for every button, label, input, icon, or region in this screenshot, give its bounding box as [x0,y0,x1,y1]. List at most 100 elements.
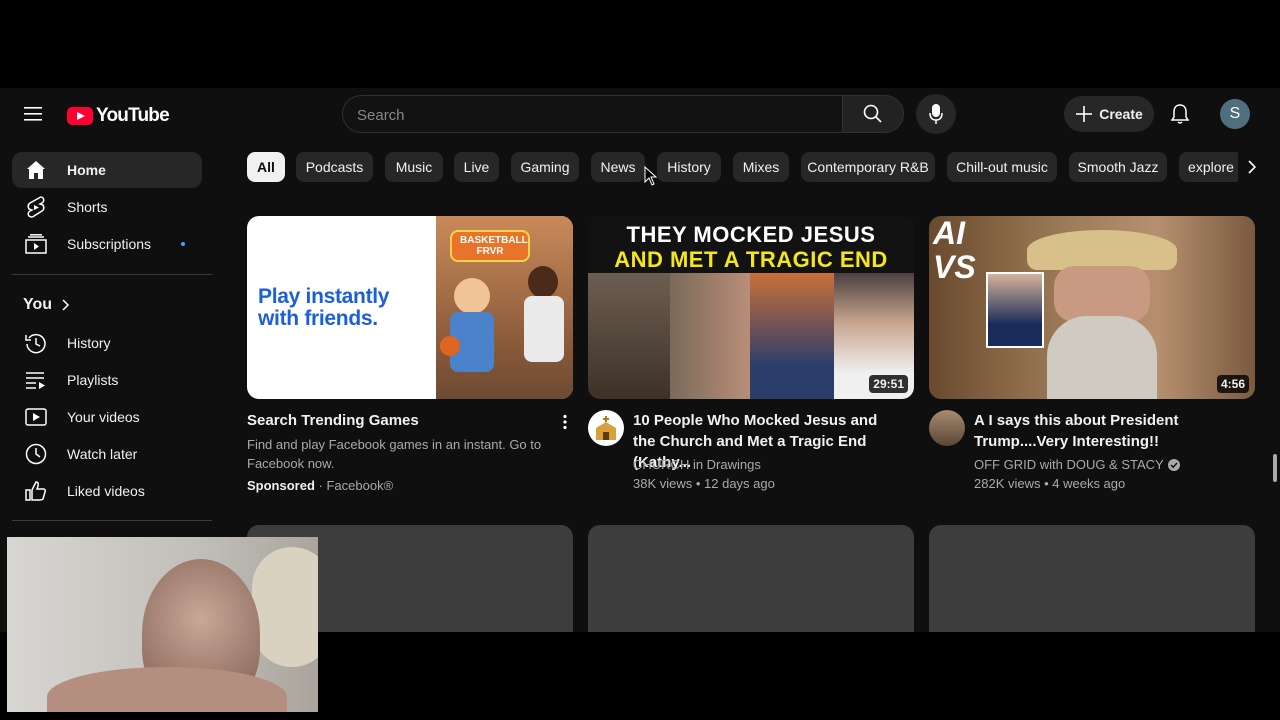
home-icon [24,158,48,182]
thumbnail-portrait [986,272,1044,348]
plus-icon [1076,106,1093,122]
sidebar-item-home[interactable]: Home [12,152,202,188]
sidebar-item-label: Watch later [67,446,138,462]
sidebar-item-watch-later[interactable]: Watch later [12,436,202,472]
sidebar-you-heading[interactable]: You [23,296,70,314]
chip-history[interactable]: History [657,152,721,182]
video-stats: 282K views • 4 weeks ago [974,476,1126,491]
player-figure [528,266,558,298]
church-icon [596,416,616,440]
sidebar-item-label: Shorts [67,199,108,215]
your-videos-icon [24,405,48,429]
search-icon [863,104,882,123]
sidebar-item-label: History [67,335,111,351]
game-logo-badge: BASKETBALL FRVR [450,230,530,262]
video-thumbnail[interactable]: Play instantly with friends. BASKETBALL … [247,216,573,399]
ad-attribution: Sponsored · Facebook® [247,476,557,495]
video-duration: 29:51 [869,375,908,393]
thumbnail-headline: AND MET A TRAGIC END [614,247,888,272]
sidebar-item-label: Playlists [67,372,119,388]
webcam-overlay [7,537,318,712]
chip-gaming[interactable]: Gaming [511,152,579,182]
search-box[interactable] [342,95,842,134]
sidebar-divider [12,520,212,521]
ad-thumbnail-text: Play instantly with friends. [258,285,390,330]
player-figure [524,296,564,362]
sidebar-item-shorts[interactable]: Shorts [12,189,202,225]
basketball-game-art: BASKETBALL FRVR [436,216,573,399]
voice-search-button[interactable] [916,94,956,134]
chip-live[interactable]: Live [454,152,499,182]
notifications-button[interactable] [1162,96,1198,132]
basketball [440,336,460,356]
sidebar-item-subscriptions[interactable]: Subscriptions [12,226,202,262]
sidebar-item-label: Your videos [67,409,140,425]
you-label: You [23,296,53,313]
thumbnail-beard [1047,316,1157,399]
thumbnail-headline: THEY MOCKED JESUS [626,222,876,247]
sidebar-item-label: Liked videos [67,483,145,499]
webcam-pillow [252,547,318,667]
mouse-cursor-icon [644,166,658,186]
chevron-right-icon [62,299,70,311]
chip-music[interactable]: Music [385,152,443,182]
chip-podcasts[interactable]: Podcasts [296,152,373,182]
channel-name[interactable]: CHURCH in Drawings [633,455,761,474]
ad-description: Find and play Facebook games in an insta… [247,437,542,471]
verified-icon [1167,458,1180,471]
chip-news[interactable]: News [591,152,645,182]
video-title[interactable]: Search Trending Games [247,410,547,431]
menu-icon[interactable] [20,102,48,126]
video-title[interactable]: A I says this about President Trump....V… [974,410,1244,452]
account-avatar[interactable]: S [1220,99,1250,129]
video-thumbnail[interactable]: THEY MOCKED JESUS AND MET A TRAGIC END 2… [588,216,914,399]
channel-avatar[interactable] [929,410,965,446]
chip-contemporary-rnb[interactable]: Contemporary R&B [801,152,935,182]
bell-icon [1171,104,1189,124]
sidebar-divider [12,274,212,275]
playlists-icon [24,368,48,392]
page-scrollbar[interactable] [1273,454,1277,482]
sidebar-item-liked-videos[interactable]: Liked videos [12,473,202,509]
new-content-dot [181,242,185,246]
video-stats: 38K views • 12 days ago [633,476,775,491]
advertiser-name: · Facebook® [318,478,394,493]
chip-explore[interactable]: explore [1179,152,1243,182]
sidebar-item-label: Subscriptions [67,236,152,252]
sidebar-item-playlists[interactable]: Playlists [12,362,202,398]
chip-chill-out-music[interactable]: Chill-out music [947,152,1057,182]
watch-later-icon [24,442,48,466]
sidebar-item-your-videos[interactable]: Your videos [12,399,202,435]
channel-name[interactable]: OFF GRID with DOUG & STACY [974,455,1164,474]
thumbs-up-icon [24,479,48,503]
sidebar-item-label: Home [67,162,106,178]
chip-all[interactable]: All [247,152,285,182]
thumbnail-face [1054,266,1150,322]
search-button[interactable] [842,95,904,133]
sidebar-item-history[interactable]: History [12,325,202,361]
create-label: Create [1099,106,1143,122]
chip-smooth-jazz[interactable]: Smooth Jazz [1069,152,1167,182]
thumbnail-face [670,273,750,399]
chip-mixes[interactable]: Mixes [733,152,789,182]
thumbnail-hat [1027,230,1177,270]
youtube-play-icon [67,107,93,125]
search-input[interactable] [343,96,819,134]
video-duration: 4:56 [1216,375,1249,393]
video-thumbnail[interactable]: AI VS 4:56 [929,216,1255,399]
create-button[interactable]: Create [1064,96,1154,132]
chips-next-button[interactable] [1238,150,1266,184]
youtube-logo[interactable]: YouTube [67,105,170,127]
thumbnail-face [750,273,834,399]
thumbnail-face [588,273,670,399]
logo-text: YouTube [96,105,170,126]
video-placeholder [588,525,914,632]
more-actions-icon[interactable] [557,414,573,430]
channel-avatar[interactable] [588,410,624,446]
sponsored-label: Sponsored [247,478,315,493]
shorts-icon [24,195,48,219]
history-icon [24,331,48,355]
channel-row: OFF GRID with DOUG & STACY [974,455,1180,474]
chevron-right-icon [1248,160,1256,174]
player-figure [454,278,490,314]
